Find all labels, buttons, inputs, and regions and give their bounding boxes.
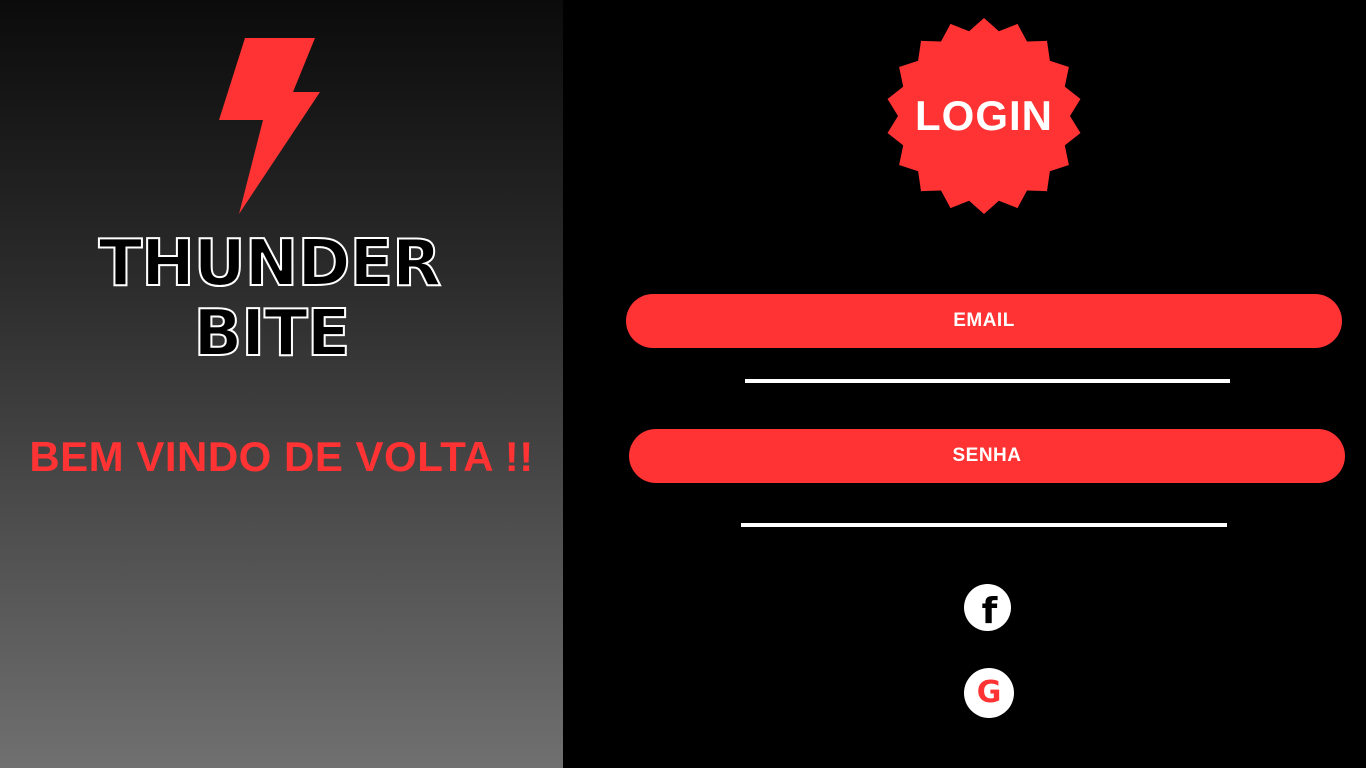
lightning-bolt-icon xyxy=(219,38,320,214)
google-login-button[interactable]: G xyxy=(964,668,1014,718)
brand-name-line-2: BITE xyxy=(193,297,352,371)
email-input-underline[interactable] xyxy=(745,379,1230,383)
brand-name-line-1: THUNDER xyxy=(98,227,443,301)
password-field-button[interactable]: SENHA xyxy=(629,429,1345,483)
login-badge: LOGIN xyxy=(884,16,1084,216)
facebook-login-button[interactable]: f xyxy=(964,584,1011,631)
login-page: THUNDER BITE BEM VINDO DE VOLTA !! LOGIN… xyxy=(0,0,1366,768)
facebook-icon: f xyxy=(981,590,998,632)
email-label: EMAIL xyxy=(953,310,1015,331)
password-label: SENHA xyxy=(952,445,1022,466)
password-input-underline[interactable] xyxy=(741,523,1227,527)
email-field-button[interactable]: EMAIL xyxy=(626,294,1342,348)
welcome-message: BEM VINDO DE VOLTA !! xyxy=(29,433,534,480)
google-icon: G xyxy=(976,675,1002,710)
brand-panel: THUNDER BITE BEM VINDO DE VOLTA !! xyxy=(0,0,563,768)
login-title: LOGIN xyxy=(915,92,1053,139)
